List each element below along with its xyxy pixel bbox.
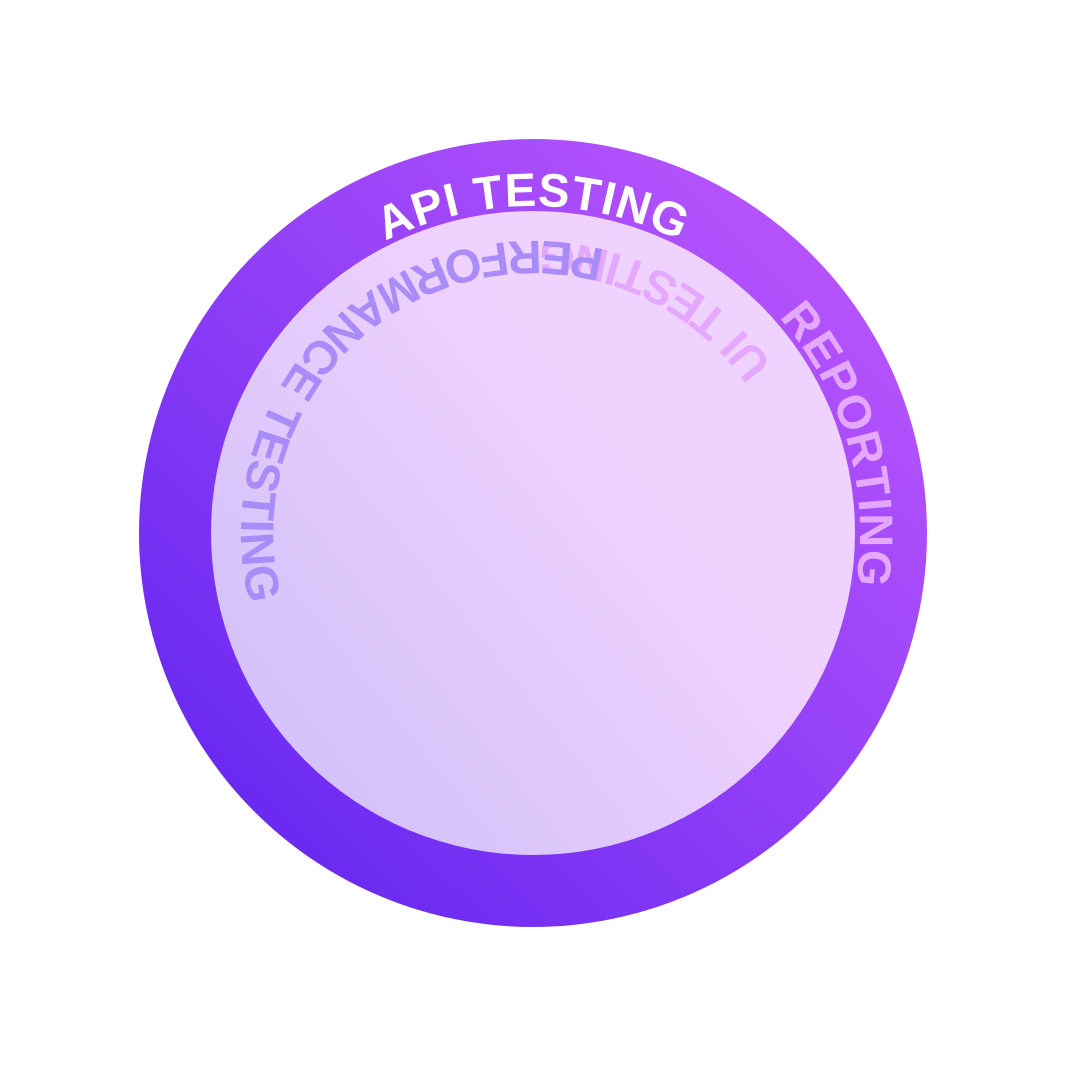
- inner-disc: [211, 211, 855, 855]
- capability-wheel: API TESTINGREPORTINGUI TESTINGPERFORMANC…: [135, 136, 932, 927]
